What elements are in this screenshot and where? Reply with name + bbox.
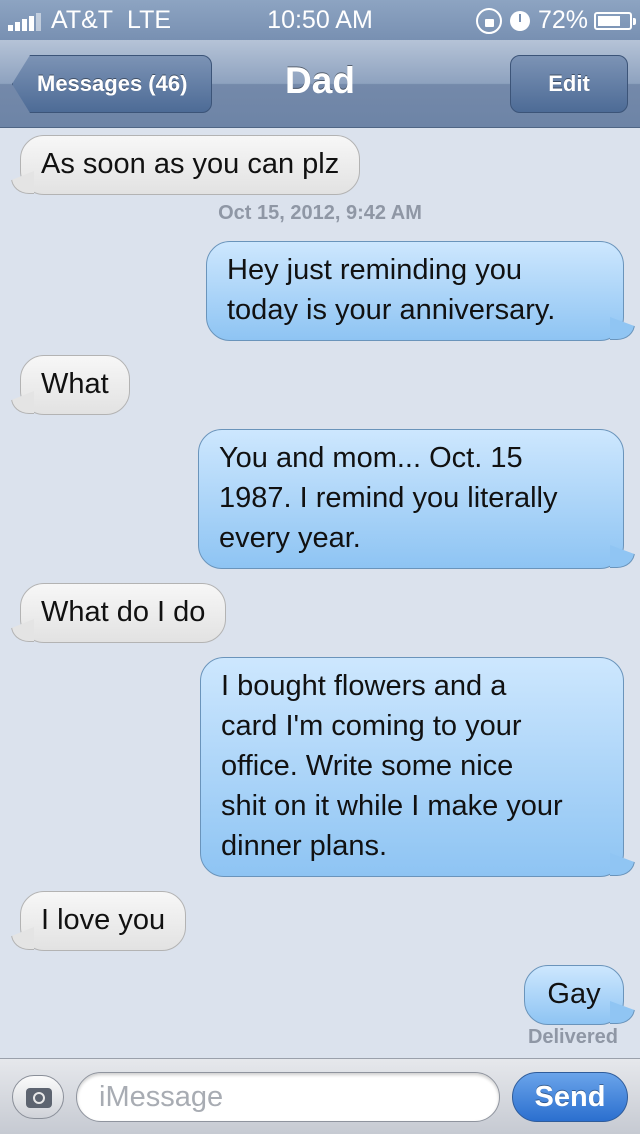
message-sent[interactable]: Gay xyxy=(524,965,624,1025)
message-received[interactable]: What do I do xyxy=(20,583,227,643)
rotation-lock-icon xyxy=(475,7,502,34)
message-line: You and mom... Oct. 15 xyxy=(219,442,523,474)
message-line: office. Write some nice xyxy=(221,750,514,782)
input-bar: Send xyxy=(0,1058,640,1134)
camera-button[interactable] xyxy=(12,1075,64,1119)
edit-button[interactable]: Edit xyxy=(510,55,628,113)
message-line: I bought flowers and a xyxy=(221,670,507,702)
delivered-status: Delivered xyxy=(527,1026,618,1048)
message-line: Hey just reminding you xyxy=(227,254,522,286)
status-bar: AT&T LTE 10:50 AM 72% xyxy=(0,0,640,40)
message-timestamp: Oct 15, 2012, 9:42 AM xyxy=(218,202,422,224)
message-received[interactable]: As soon as you can plz xyxy=(20,135,361,195)
message-line: shit on it while I make your xyxy=(221,790,563,822)
back-button[interactable]: Messages (46) xyxy=(12,55,212,113)
message-line: card I'm coming to your xyxy=(221,710,522,742)
nav-bar: Messages (46) Dad Edit xyxy=(0,40,640,128)
message-line: every year. xyxy=(219,522,361,554)
message-sent[interactable]: You and mom... Oct. 15 1987. I remind yo… xyxy=(198,429,624,569)
alarm-icon xyxy=(509,10,530,31)
battery-icon xyxy=(594,11,636,30)
message-line: 1987. I remind you literally xyxy=(219,482,558,514)
message-sent[interactable]: I bought flowers and a card I'm coming t… xyxy=(200,657,624,877)
message-sent[interactable]: Hey just reminding you today is your ann… xyxy=(206,241,624,341)
send-button[interactable]: Send xyxy=(512,1072,628,1122)
battery-percent: 72% xyxy=(537,6,588,34)
message-input[interactable] xyxy=(76,1072,500,1122)
message-line: today is your anniversary. xyxy=(227,294,556,326)
message-received[interactable]: What xyxy=(20,355,130,415)
message-received[interactable]: I love you xyxy=(20,891,187,951)
message-line: dinner plans. xyxy=(221,830,388,862)
status-right: 72% xyxy=(475,6,636,35)
camera-icon xyxy=(26,1088,52,1108)
